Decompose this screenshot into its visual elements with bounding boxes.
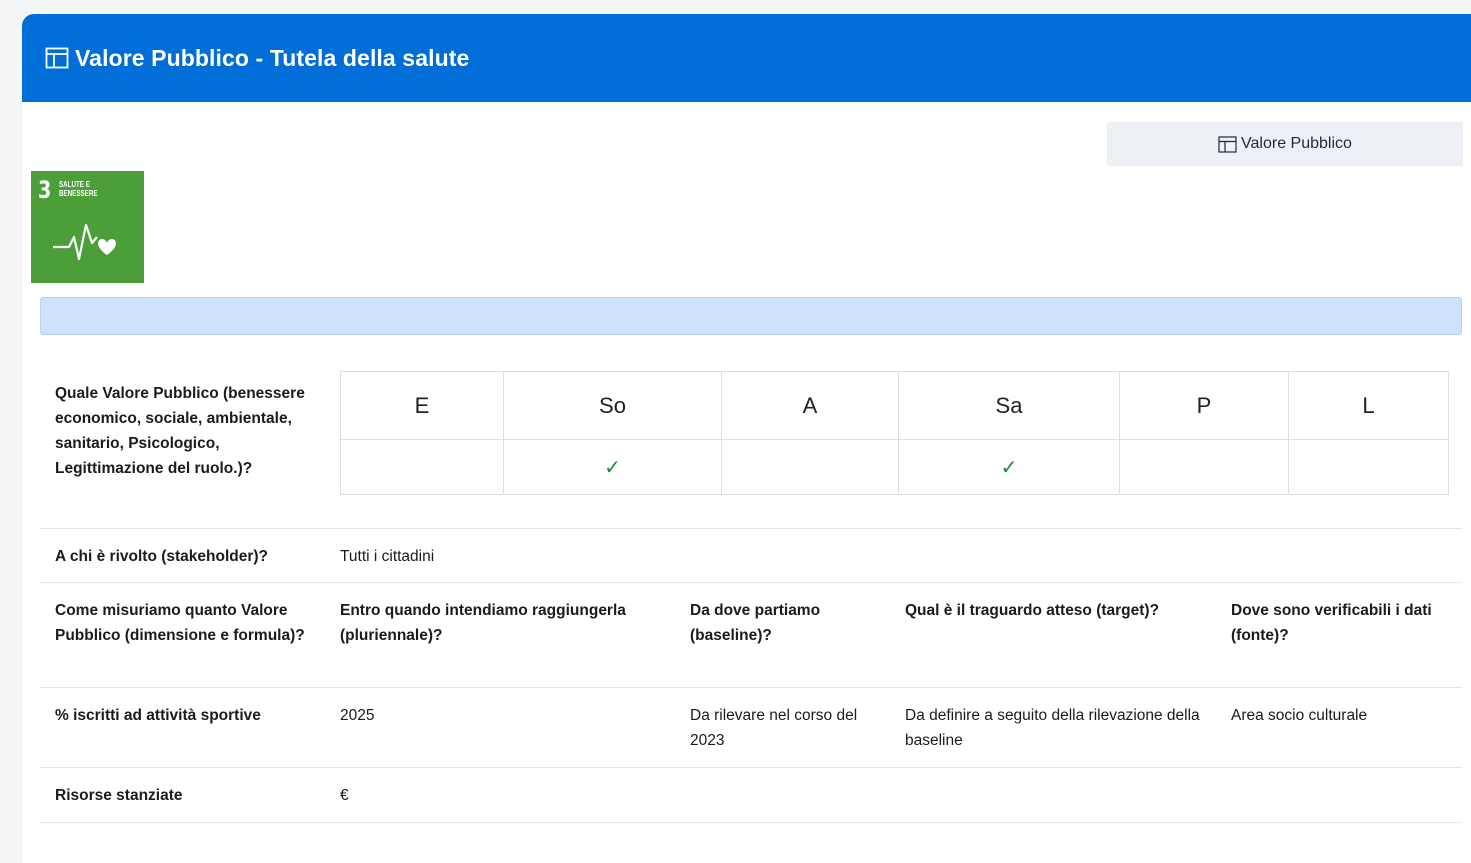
sdg-label: SALUTE E BENESSERE — [59, 180, 98, 198]
dimension-sa-cell: ✓ — [898, 439, 1120, 495]
dimension-so: So — [503, 371, 722, 440]
value-question-label: Quale Valore Pubblico (benessere economi… — [55, 385, 305, 477]
page-header: Valore Pubblico - Tutela della salute — [22, 14, 1471, 102]
measure-header-target: Qual è il traguardo atteso (target)? — [905, 602, 1160, 619]
measure-deadline: 2025 — [340, 707, 375, 724]
stakeholder-label: A chi è rivolto (stakeholder)? — [55, 548, 269, 565]
check-icon: ✓ — [1000, 456, 1018, 479]
measure-baseline: Da rilevare nel corso del 2023 — [690, 707, 858, 749]
value-dimension-row: Quale Valore Pubblico (benessere economi… — [40, 354, 1462, 529]
dimension-l-cell — [1288, 439, 1449, 495]
info-alert-bar — [40, 297, 1462, 335]
page-title: Valore Pubblico - Tutela della salute — [75, 44, 470, 71]
table-icon — [45, 47, 69, 69]
check-icon: ✓ — [604, 456, 621, 479]
measure-value-row: % iscritti ad attività sportive 2025 Da … — [40, 688, 1462, 768]
dimension-e: E — [340, 371, 504, 440]
dimension-l: L — [1288, 371, 1449, 440]
resources-label: Risorse stanziate — [55, 787, 183, 804]
dimension-sa: Sa — [898, 371, 1120, 440]
valore-pubblico-button-label: Valore Pubblico — [1241, 135, 1352, 152]
valore-pubblico-button[interactable]: Valore Pubblico — [1107, 122, 1463, 166]
stakeholder-value: Tutti i cittadini — [340, 548, 435, 565]
heartbeat-icon — [53, 223, 116, 261]
dimensions-table: E So A Sa P L ✓ ✓ — [340, 371, 1449, 495]
dimension-p-cell — [1119, 439, 1289, 495]
measure-indicator: % iscritti ad attività sportive — [55, 707, 261, 724]
dimension-p: P — [1119, 371, 1289, 440]
main-card: Valore Pubblico - Tutela della salute Va… — [22, 14, 1471, 863]
measure-header-source: Dove sono verificabili i dati (fonte)? — [1231, 602, 1432, 644]
measure-header-row: Come misuriamo quanto Valore Pubblico (d… — [40, 583, 1462, 688]
stakeholder-row: A chi è rivolto (stakeholder)? Tutti i c… — [40, 528, 1462, 583]
table-icon — [1218, 135, 1237, 153]
measure-target: Da definire a seguito della rilevazione … — [905, 707, 1200, 749]
measure-source: Area socio culturale — [1231, 707, 1368, 724]
resources-row: Risorse stanziate € — [40, 768, 1462, 823]
measure-header-deadline: Entro quando intendiamo raggiungerla (pl… — [340, 602, 626, 644]
sdg-3-logo: 3 SALUTE E BENESSERE — [31, 171, 144, 283]
dimension-a: A — [721, 371, 899, 440]
dimension-a-cell — [721, 439, 899, 495]
sdg-number: 3 — [38, 176, 51, 204]
measure-header-formula: Come misuriamo quanto Valore Pubblico (d… — [55, 602, 305, 644]
measure-header-baseline: Da dove partiamo (baseline)? — [690, 602, 821, 644]
resources-value: € — [340, 787, 349, 804]
dimension-so-cell: ✓ — [503, 439, 722, 495]
dimensions-header-row: E So A Sa P L — [340, 371, 1449, 440]
dimension-e-cell — [340, 439, 504, 495]
dimensions-check-row: ✓ ✓ — [340, 439, 1449, 495]
